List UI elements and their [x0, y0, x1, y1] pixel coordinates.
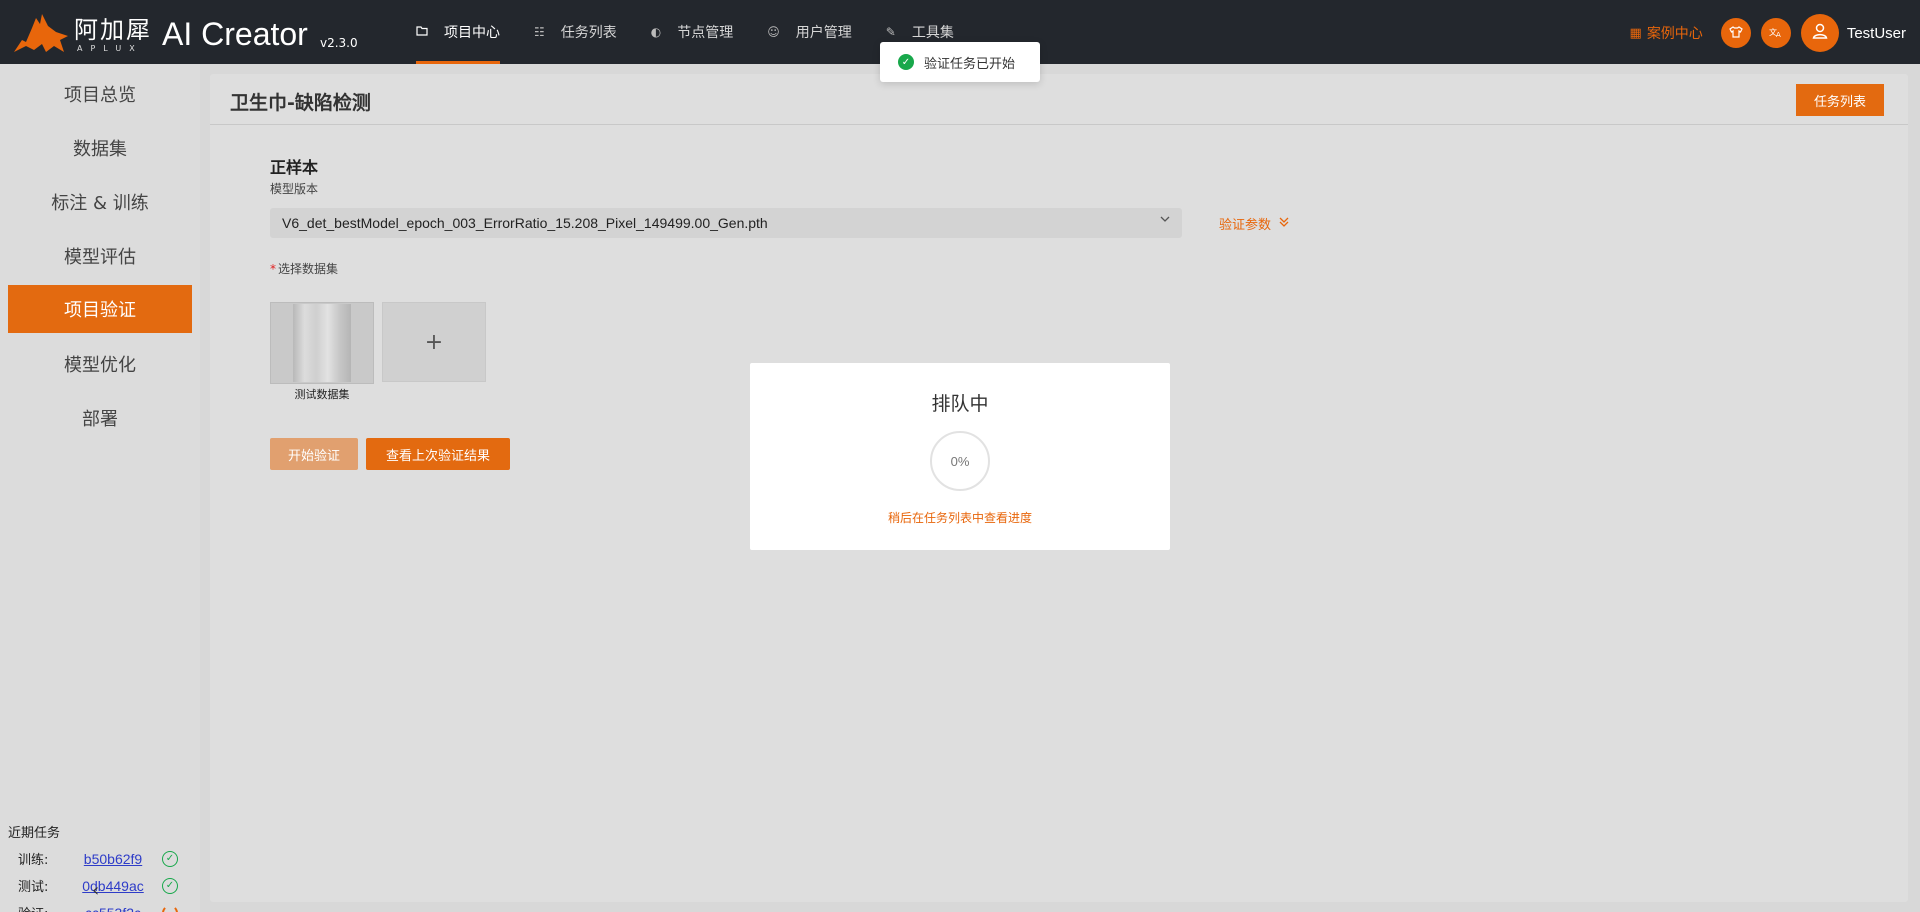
- sidebar-item-dataset[interactable]: 数据集: [8, 124, 192, 172]
- progress-ring: 0%: [930, 431, 990, 491]
- dataset-card[interactable]: [270, 302, 374, 384]
- sidebar-item-model-optimize[interactable]: 模型优化: [8, 340, 192, 388]
- collapse-sidebar-icon[interactable]: ‹: [92, 880, 99, 901]
- case-center-label: 案例中心: [1646, 26, 1703, 42]
- folder-icon: [416, 25, 428, 39]
- dataset-name: 测试数据集: [294, 388, 350, 401]
- wrench-icon: ✎: [885, 25, 896, 39]
- check-circle-icon: ✓: [162, 850, 178, 867]
- model-version-select[interactable]: V6_det_bestModel_epoch_003_ErrorRatio_15…: [270, 208, 1182, 238]
- recent-task-row: 训练: b50b62f9 ✓: [8, 845, 192, 872]
- queue-modal: 排队中 0% 稍后在任务列表中查看进度: [750, 363, 1170, 550]
- shirt-icon: [1729, 25, 1743, 41]
- translate-icon: 文A: [1769, 26, 1783, 41]
- recent-task-row: 验证: cc553f2c: [8, 899, 192, 912]
- grid-icon: ▦: [1629, 25, 1642, 41]
- required-asterisk: *: [270, 262, 276, 276]
- recent-tasks: 近期任务 训练: b50b62f9 ✓ 测试: 0db449ac ✓ 验证: c…: [8, 822, 192, 912]
- nav-label: 工具集: [911, 25, 954, 41]
- recent-task-label: 测试:: [18, 880, 49, 895]
- user-avatar[interactable]: [1800, 14, 1839, 52]
- language-button[interactable]: 文A: [1760, 18, 1791, 48]
- start-verify-button[interactable]: 开始验证: [270, 438, 358, 470]
- dataset-thumbnail: [293, 304, 351, 382]
- nav-label: 用户管理: [795, 25, 852, 41]
- modal-title: 排队中: [931, 393, 989, 415]
- brand-title: AI Creator: [162, 16, 308, 52]
- view-last-result-button[interactable]: 查看上次验证结果: [366, 438, 510, 470]
- list-icon: ☷: [534, 25, 545, 39]
- check-circle-icon: ✓: [898, 54, 914, 70]
- double-chevron-down-icon: [1279, 217, 1289, 230]
- case-center-link[interactable]: ▦ 案例中心: [1630, 23, 1703, 43]
- recent-task-row: 测试: 0db449ac ✓: [8, 872, 192, 899]
- recent-task-link[interactable]: 0db449ac: [68, 878, 158, 894]
- nav-node-management[interactable]: ◐ 节点管理: [651, 0, 733, 64]
- verify-params-label: 验证参数: [1219, 218, 1272, 233]
- task-list-button[interactable]: 任务列表: [1796, 84, 1884, 116]
- logo-mark-icon: [12, 10, 70, 54]
- model-version-value: V6_det_bestModel_epoch_003_ErrorRatio_15…: [282, 215, 768, 231]
- nav-label: 任务列表: [560, 25, 617, 41]
- sidebar: 项目总览 数据集 标注 & 训练 模型评估 项目验证 模型优化 部署 近期任务 …: [0, 64, 200, 912]
- sidebar-item-overview[interactable]: 项目总览: [8, 70, 192, 118]
- sidebar-item-deploy[interactable]: 部署: [8, 394, 192, 442]
- header-tools: ▦ 案例中心 文A TestUser: [1630, 14, 1906, 52]
- sidebar-item-project-verify[interactable]: 项目验证: [8, 285, 192, 333]
- model-version-label: 模型版本: [270, 182, 319, 196]
- recent-tasks-title: 近期任务: [8, 826, 61, 841]
- nav-task-list[interactable]: ☷ 任务列表: [534, 0, 617, 64]
- add-dataset-button[interactable]: +: [382, 302, 486, 382]
- nav-label: 项目中心: [444, 25, 500, 41]
- section-title: 正样本: [270, 158, 319, 177]
- chevron-down-icon: [1160, 214, 1170, 227]
- check-circle-icon: ✓: [162, 877, 178, 894]
- node-icon: ◐: [650, 25, 662, 39]
- recent-task-link[interactable]: b50b62f9: [68, 851, 158, 867]
- recent-task-label: 验证:: [8, 903, 68, 912]
- theme-button[interactable]: [1720, 18, 1751, 48]
- success-toast: ✓ 验证任务已开始: [880, 42, 1040, 82]
- recent-task-label: 训练:: [18, 853, 49, 868]
- user-icon: [1811, 22, 1829, 44]
- modal-hint: 稍后在任务列表中查看进度: [887, 511, 1032, 525]
- logo-text-cn: 阿加犀: [74, 16, 152, 44]
- recent-task-link[interactable]: cc553f2c: [68, 905, 158, 912]
- toast-message: 验证任务已开始: [924, 56, 1016, 72]
- verify-params-toggle[interactable]: 验证参数: [1219, 214, 1289, 233]
- username[interactable]: TestUser: [1847, 25, 1906, 42]
- progress-value: 0%: [950, 453, 970, 469]
- dataset-label-text: 选择数据集: [278, 262, 339, 276]
- header-divider: [210, 124, 1908, 125]
- version-label: v2.3.0: [320, 36, 358, 50]
- svg-text:A: A: [1776, 31, 1781, 38]
- logo-text-en: APLUX: [77, 44, 143, 53]
- nav-project-center[interactable]: 项目中心: [416, 0, 500, 64]
- sidebar-item-label-train[interactable]: 标注 & 训练: [8, 178, 192, 226]
- users-icon: ☺: [767, 25, 780, 39]
- page-title: 卫生巾-缺陷检测: [230, 92, 371, 114]
- sidebar-item-model-eval[interactable]: 模型评估: [8, 232, 192, 280]
- nav-label: 节点管理: [677, 25, 734, 41]
- nav-user-management[interactable]: ☺ 用户管理: [767, 0, 852, 64]
- dataset-label: * 选择数据集: [270, 260, 338, 277]
- logo[interactable]: 阿加犀 APLUX: [12, 10, 152, 54]
- loading-spinner-icon: [162, 904, 178, 912]
